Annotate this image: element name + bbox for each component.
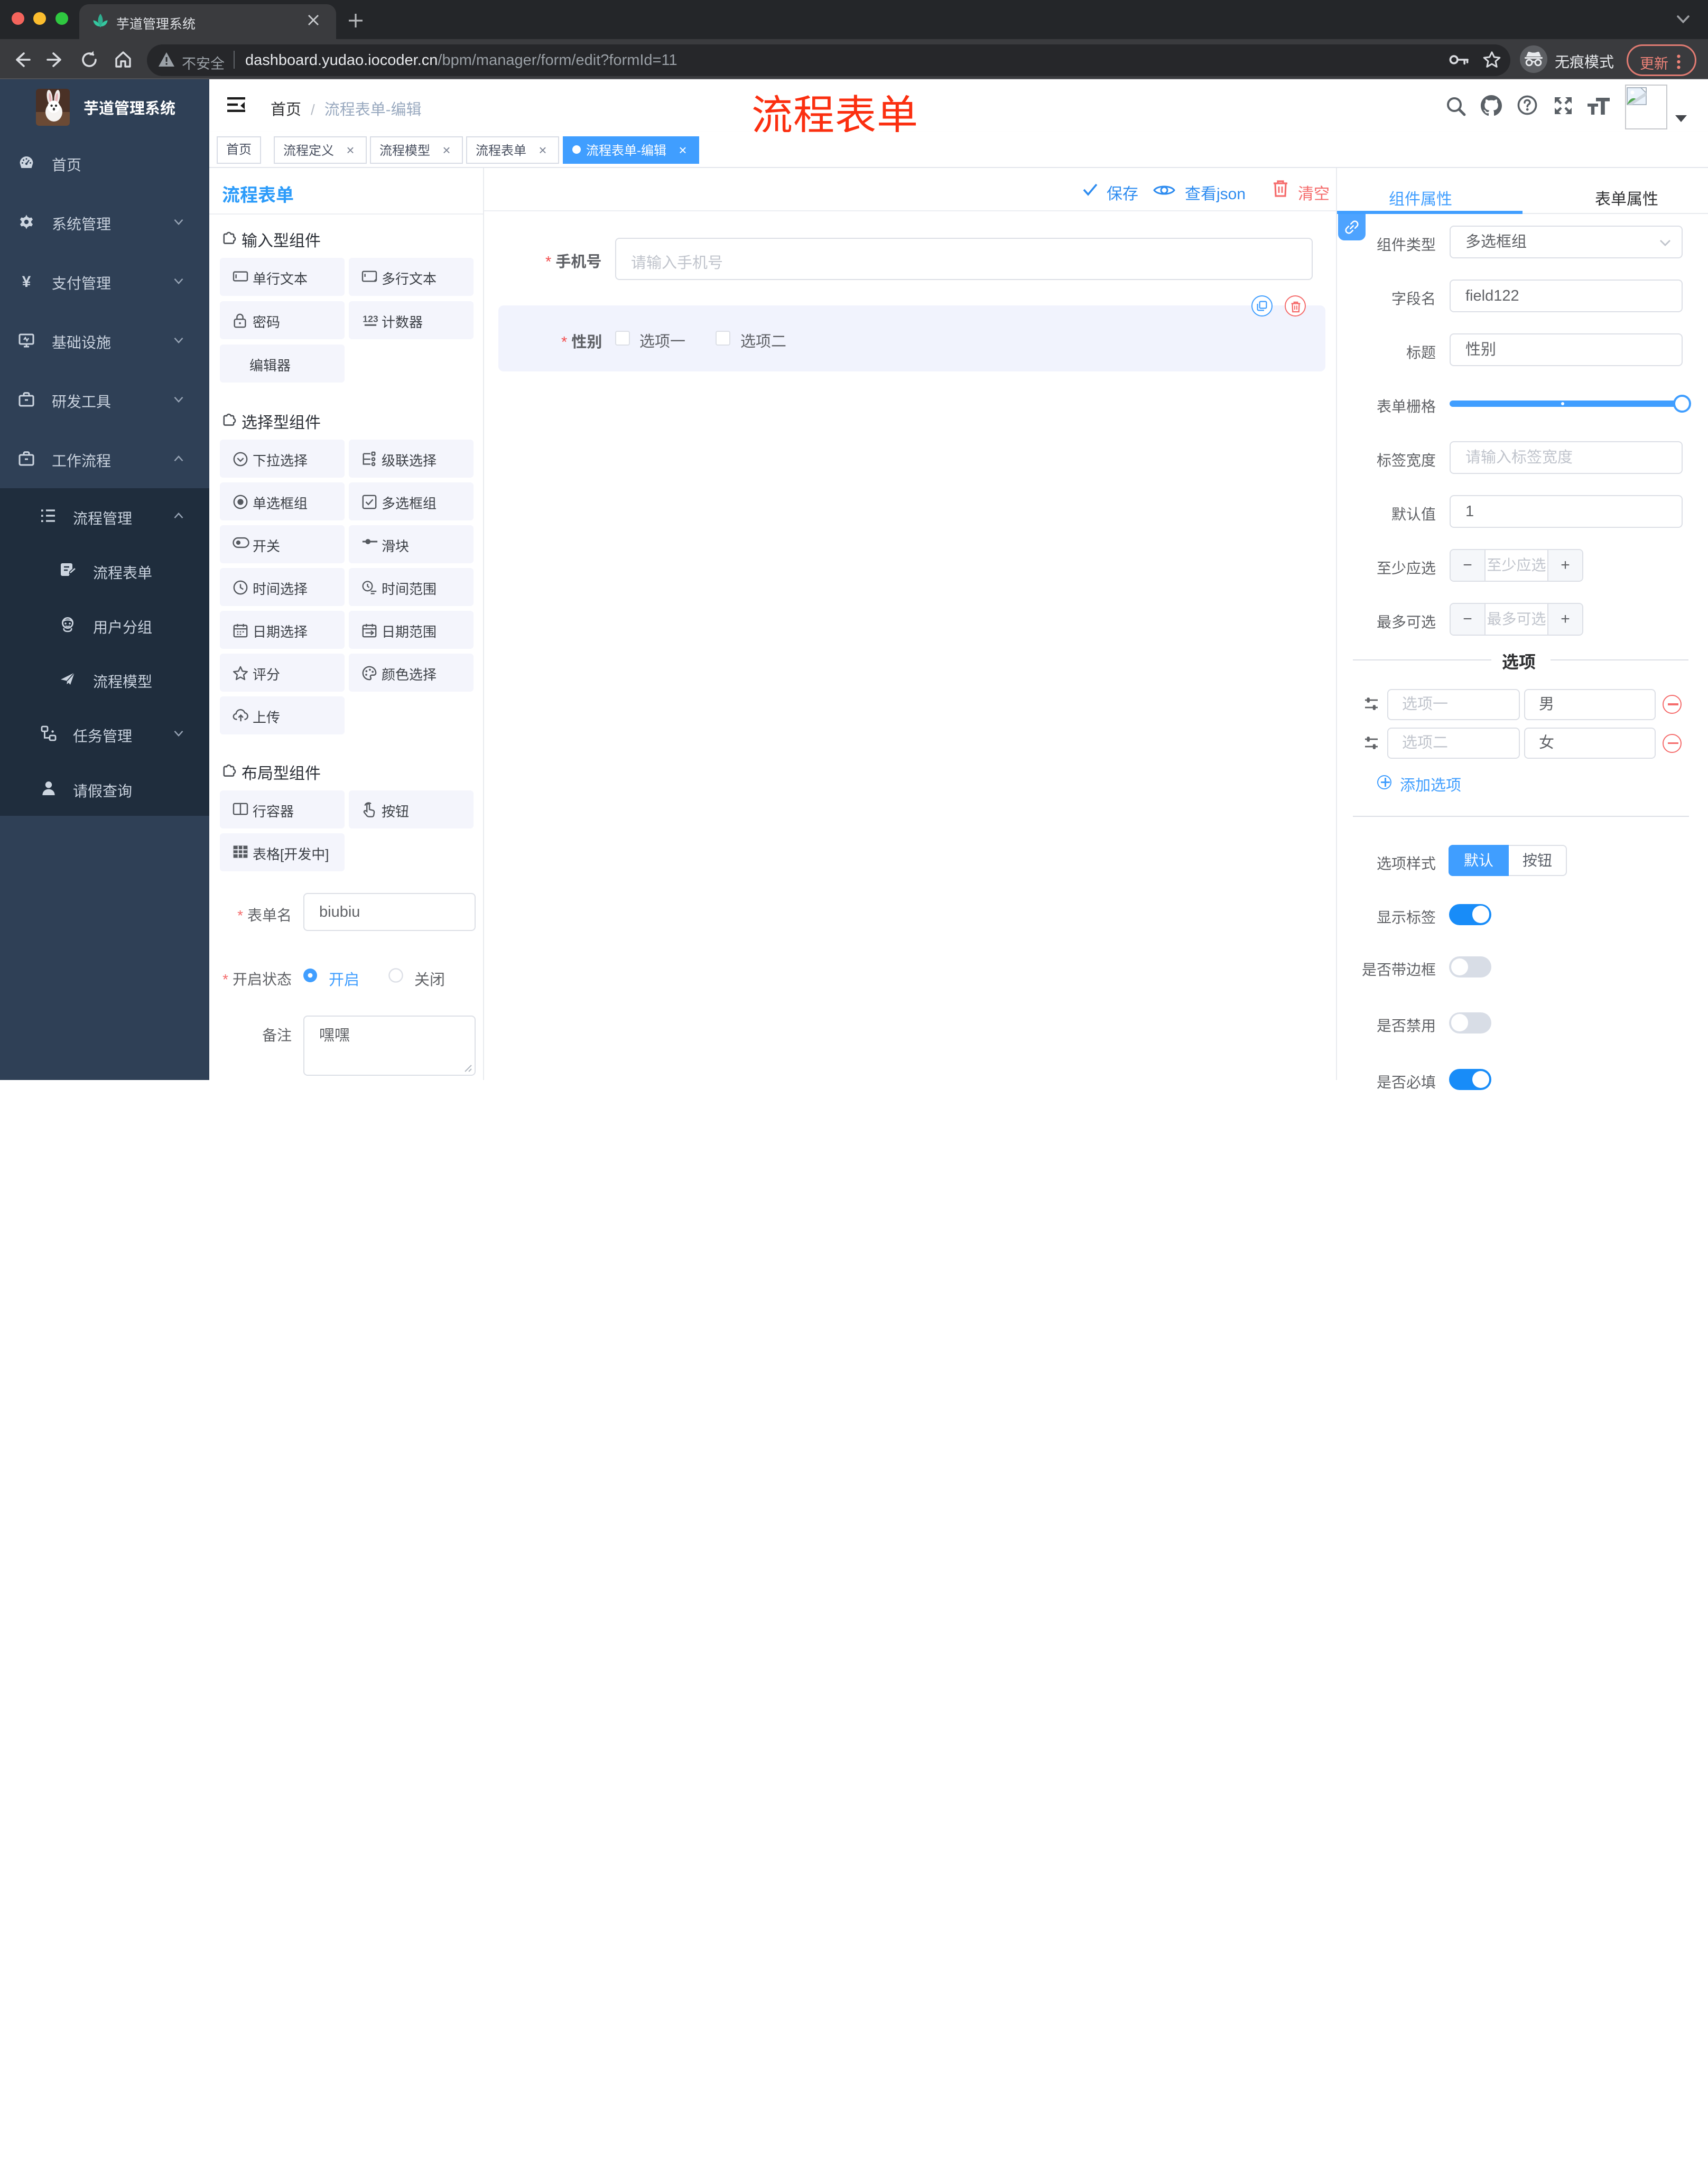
svg-text:¥: ¥ <box>22 273 31 290</box>
svg-text:123: 123 <box>363 314 378 324</box>
